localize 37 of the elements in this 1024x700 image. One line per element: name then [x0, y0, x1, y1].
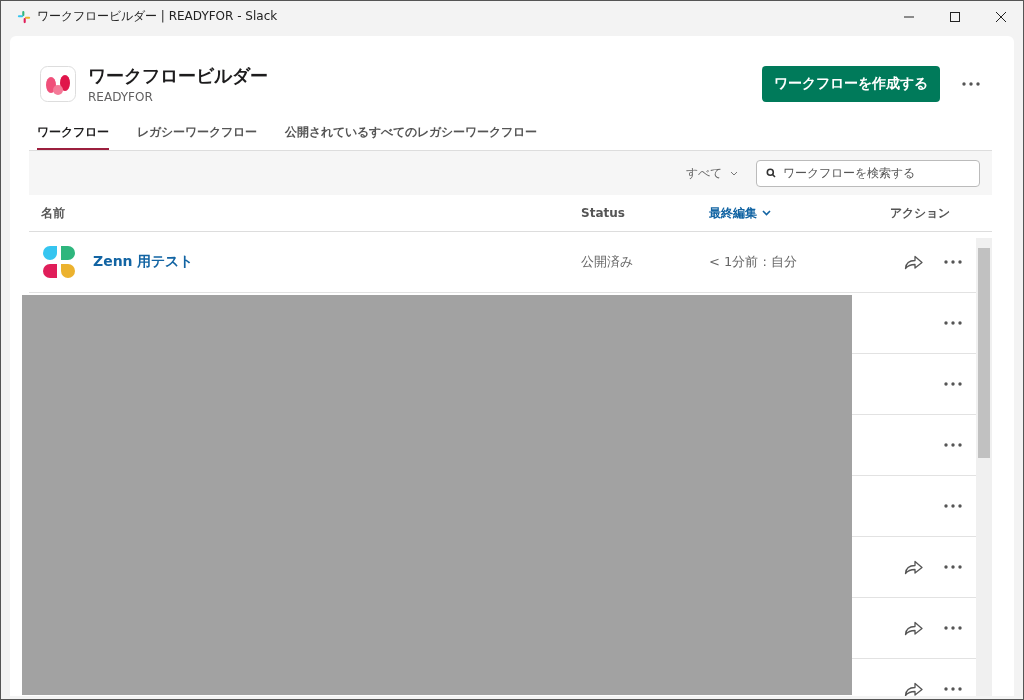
maximize-icon[interactable] [949, 10, 961, 23]
more-icon[interactable] [944, 504, 962, 508]
more-icon[interactable] [944, 382, 962, 386]
create-workflow-button[interactable]: ワークフローを作成する [762, 66, 940, 102]
workflow-name-link[interactable]: Zenn 用テスト [93, 253, 194, 271]
more-icon[interactable] [944, 687, 962, 691]
column-header[interactable]: アクション [857, 204, 976, 222]
last-edited-cell-text: < 1分前 : 自分 [709, 253, 798, 271]
workspace-name: READYFOR [88, 90, 154, 104]
more-icon[interactable] [944, 443, 962, 447]
more-icon[interactable] [944, 321, 962, 325]
workspace-logo-icon [40, 66, 76, 102]
column-header[interactable]: Status [581, 206, 709, 220]
more-icon[interactable] [944, 260, 962, 264]
status-cell-text: 公開済み [581, 253, 634, 271]
share-icon[interactable] [904, 254, 924, 270]
app-logo-icon [17, 9, 31, 24]
caret-icon [730, 170, 738, 176]
share-icon[interactable] [904, 620, 924, 636]
tab[interactable]: レガシーワークフロー [137, 116, 257, 150]
workflow-icon [41, 244, 77, 280]
search-field[interactable]: ワークフローを検索する [756, 159, 980, 187]
scrollbar[interactable] [976, 238, 992, 696]
more-icon[interactable] [944, 626, 962, 630]
share-icon[interactable] [904, 681, 924, 696]
tab[interactable]: 公開されているすべてのレガシーワークフロー [285, 116, 537, 150]
sort-caret-icon[interactable] [762, 210, 771, 216]
tab[interactable]: ワークフロー [37, 116, 109, 150]
share-icon[interactable] [904, 559, 924, 575]
more-icon[interactable] [944, 565, 962, 569]
more-icon[interactable] [962, 82, 980, 86]
column-header[interactable]: 最終編集 [709, 204, 857, 222]
column-header[interactable]: 名前 [29, 204, 581, 222]
page-title: ワークフロービルダー [88, 64, 268, 88]
close-icon[interactable] [995, 10, 1007, 23]
window-title: ワークフロービルダー | READYFOR - Slack [37, 8, 278, 25]
filter-dropdown[interactable]: すべて [686, 164, 738, 182]
